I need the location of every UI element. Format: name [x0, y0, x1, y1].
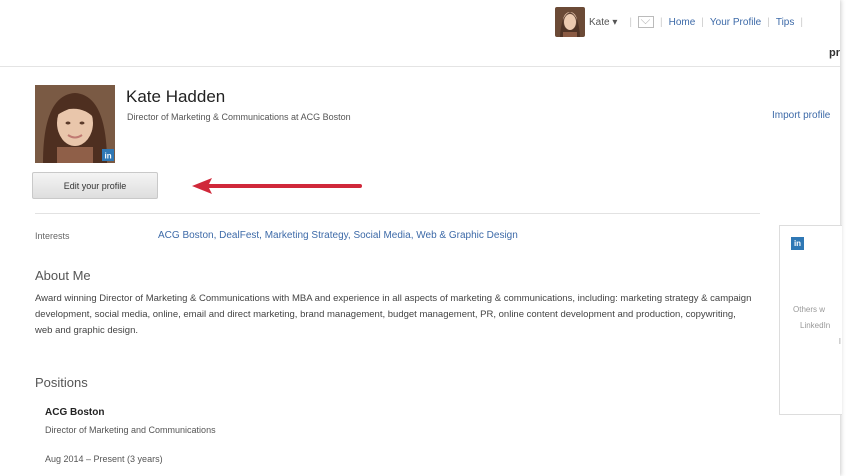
interests-links[interactable]: ACG Boston, DealFest, Marketing Strategy…	[158, 230, 518, 241]
import-profile-link[interactable]: Import profile	[772, 110, 830, 121]
nav-separator: |	[800, 16, 803, 28]
about-me-heading: About Me	[35, 268, 91, 283]
top-nav: Kate ▾ | | Home | Your Profile | Tips |	[555, 6, 809, 38]
nav-link-tips[interactable]: Tips	[776, 17, 795, 28]
nav-avatar[interactable]	[555, 7, 585, 37]
side-panel-text: Others w	[793, 305, 826, 314]
position-title: Director of Marketing and Communications	[45, 425, 216, 435]
profile-photo[interactable]: in	[35, 85, 115, 163]
side-panel-text: LinkedIn	[800, 321, 831, 330]
about-me-text: Award winning Director of Marketing & Co…	[35, 293, 752, 336]
linkedin-icon: in	[105, 152, 112, 161]
caret-down-icon: ▾	[612, 16, 618, 28]
edit-profile-button[interactable]: Edit your profile	[32, 172, 158, 199]
side-panel: in Others w LinkedIn l	[779, 225, 842, 415]
divider	[0, 66, 840, 67]
linkedin-icon: in	[791, 237, 804, 250]
profile-headline: Director of Marketing & Communications a…	[127, 112, 351, 122]
side-panel-text: l	[839, 337, 841, 346]
profile-page: Kate ▾ | | Home | Your Profile | Tips | …	[0, 0, 842, 476]
cropped-heading: pr	[829, 47, 840, 59]
nav-link-your-profile[interactable]: Your Profile	[710, 17, 761, 28]
divider	[35, 213, 760, 214]
position-company[interactable]: ACG Boston	[45, 407, 104, 418]
red-arrow-annotation	[192, 178, 362, 194]
nav-link-home[interactable]: Home	[669, 17, 696, 28]
position-dates: Aug 2014 – Present (3 years)	[45, 454, 163, 464]
profile-name: Kate Hadden	[126, 87, 226, 106]
nav-user-name: Kate	[589, 16, 610, 28]
interests-label: Interests	[35, 231, 70, 241]
nav-separator: |	[767, 16, 770, 28]
nav-user-menu[interactable]: Kate ▾	[589, 17, 617, 28]
nav-separator: |	[629, 16, 632, 28]
positions-heading: Positions	[35, 375, 88, 390]
nav-separator: |	[701, 16, 704, 28]
mail-icon[interactable]	[638, 16, 654, 28]
nav-separator: |	[660, 16, 663, 28]
